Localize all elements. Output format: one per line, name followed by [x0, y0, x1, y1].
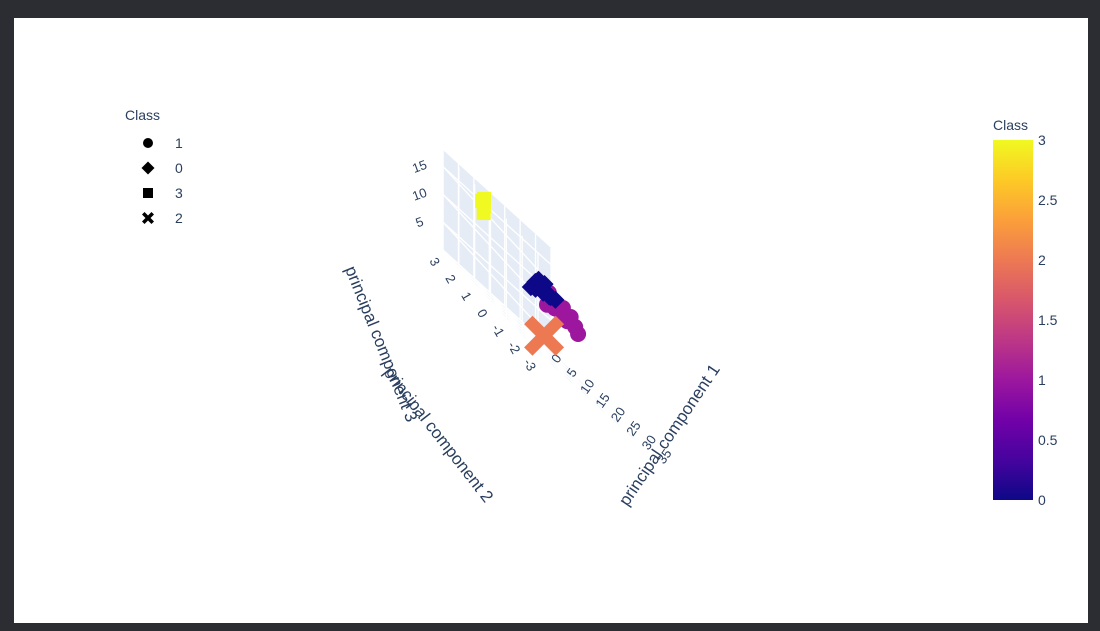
- legend-label: 0: [175, 160, 183, 176]
- y-tick-label: 0: [474, 306, 491, 320]
- y-tick-label: 2: [442, 272, 459, 286]
- legend-title: Class: [125, 107, 160, 123]
- colorbar-tick-label: 1: [1038, 372, 1046, 388]
- z-tick-label: 15: [410, 157, 429, 176]
- colorbar-tick-label: 2: [1038, 252, 1046, 268]
- legend[interactable]: Class 1 0 3 2: [125, 107, 183, 226]
- y-tick-label: 3: [427, 255, 444, 269]
- x-tick-label: 20: [608, 404, 629, 424]
- colorbar-title: Class: [993, 117, 1028, 133]
- y-tick-label: -3: [521, 356, 540, 374]
- legend-square-icon: [143, 188, 153, 198]
- series-3[interactable]: [475, 191, 492, 221]
- legend-item-0[interactable]: 0: [141, 160, 184, 176]
- legend-label: 3: [175, 185, 183, 201]
- colorbar-tick-label: 0: [1038, 492, 1046, 508]
- plot-canvas: 0 5 10 15 20 25 30 35 3 2 1 0 -1 -2 -3 5 10 15 principal c…: [14, 18, 1088, 623]
- legend-item-3[interactable]: 3: [143, 185, 183, 201]
- y-tick-label: -2: [505, 339, 524, 357]
- legend-item-2[interactable]: 2: [142, 210, 183, 226]
- colorbar-gradient: [993, 140, 1033, 500]
- legend-diamond-icon: [141, 161, 155, 175]
- scene-3d[interactable]: 051015202530353210-1-2-351015principal c…: [341, 150, 724, 509]
- x-tick-label: 15: [592, 390, 613, 410]
- chart-svg[interactable]: 051015202530353210-1-2-351015principal c…: [14, 18, 1088, 623]
- y-tick-label: -1: [489, 322, 508, 340]
- z-tick-label: 10: [410, 185, 429, 204]
- legend-item-1[interactable]: 1: [143, 135, 183, 151]
- colorbar-tick-label: 1.5: [1038, 312, 1058, 328]
- z-tick-label: 5: [413, 214, 425, 231]
- colorbar: Class 3 2.5 2 1.5 1 0.5 0: [993, 117, 1058, 508]
- legend-x-icon: [142, 212, 154, 224]
- legend-circle-icon: [143, 138, 153, 148]
- data-point[interactable]: [476, 206, 491, 221]
- colorbar-tick-label: 3: [1038, 132, 1046, 148]
- legend-label: 2: [175, 210, 183, 226]
- data-point[interactable]: [570, 326, 587, 343]
- x-tick-label: 25: [623, 418, 644, 438]
- colorbar-tick-label: 0.5: [1038, 432, 1058, 448]
- y-tick-label: 1: [458, 289, 475, 303]
- z-axis-title: principal component 3: [341, 263, 421, 424]
- colorbar-tick-label: 2.5: [1038, 192, 1058, 208]
- legend-label: 1: [175, 135, 183, 151]
